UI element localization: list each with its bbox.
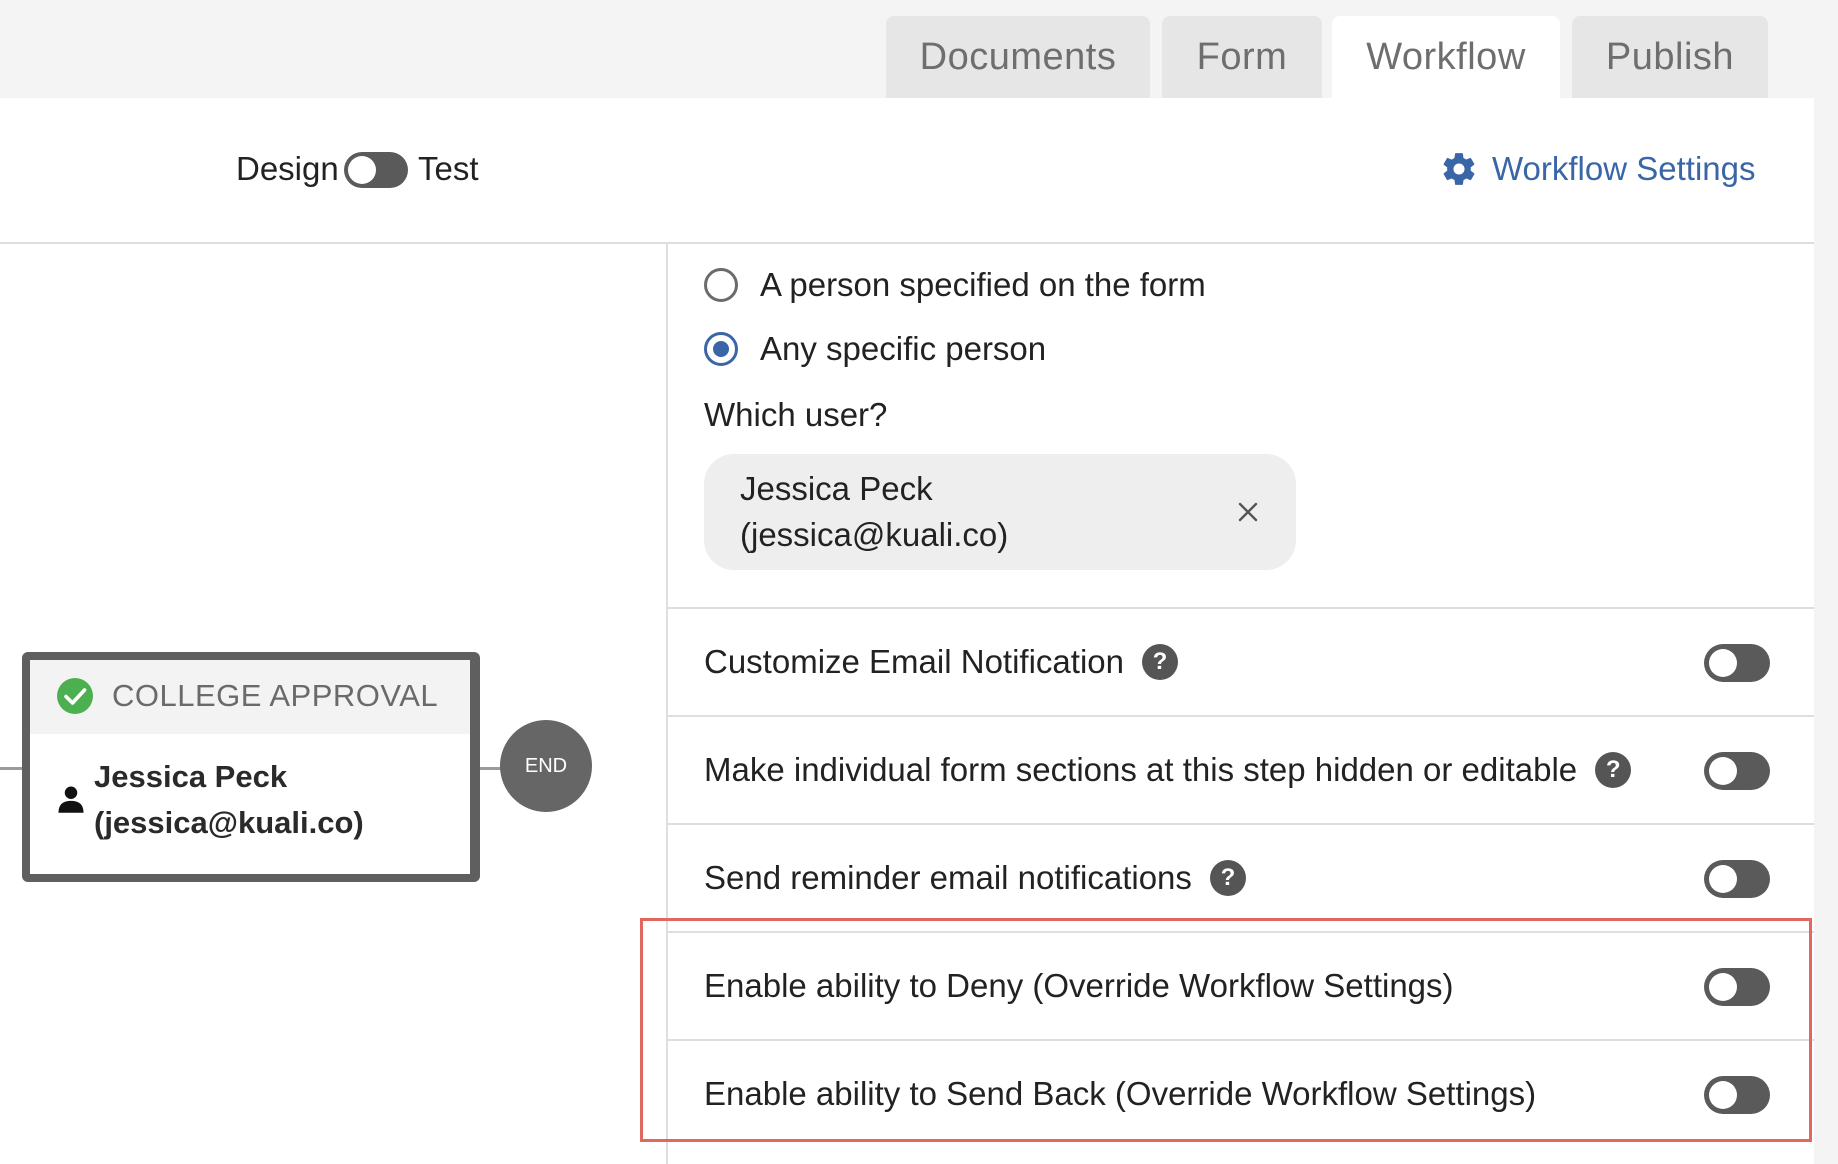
toggle-knob bbox=[348, 156, 376, 184]
tab-form[interactable]: Form bbox=[1162, 16, 1322, 98]
setting-label: Customize Email Notification bbox=[704, 643, 1124, 680]
setting-reminder-emails: Send reminder email notifications ? bbox=[704, 859, 1246, 897]
workflow-step-title: COLLEGE APPROVAL bbox=[112, 678, 439, 713]
tab-publish[interactable]: Publish bbox=[1572, 16, 1768, 98]
design-mode-label: Design bbox=[236, 150, 339, 187]
highlight-annotation-box bbox=[640, 918, 1812, 1142]
radio-person-on-form[interactable] bbox=[704, 268, 738, 302]
connector-line bbox=[0, 767, 24, 770]
radio-any-specific-person-label[interactable]: Any specific person bbox=[760, 330, 1046, 368]
workflow-settings-link[interactable]: Workflow Settings bbox=[1440, 150, 1755, 188]
row-divider bbox=[668, 715, 1814, 717]
radio-person-on-form-label[interactable]: A person specified on the form bbox=[760, 266, 1206, 304]
close-icon[interactable] bbox=[1236, 500, 1260, 524]
setting-customize-email: Customize Email Notification ? bbox=[704, 643, 1178, 681]
row-divider bbox=[668, 823, 1814, 825]
right-gutter bbox=[1814, 0, 1838, 1164]
gear-icon bbox=[1443, 153, 1475, 185]
tab-workflow[interactable]: Workflow bbox=[1332, 16, 1560, 98]
radio-any-specific-person[interactable] bbox=[704, 332, 738, 366]
radio-selected-dot bbox=[713, 341, 729, 357]
which-user-label: Which user? bbox=[704, 396, 888, 433]
test-mode-label: Test bbox=[418, 150, 479, 187]
selected-user-email: (jessica@kuali.co) bbox=[740, 516, 1009, 553]
toggle-form-sections-visibility[interactable] bbox=[1704, 752, 1770, 790]
row-divider bbox=[668, 607, 1814, 609]
selected-user-text: Jessica Peck (jessica@kuali.co) bbox=[740, 466, 1008, 558]
design-test-toggle[interactable] bbox=[344, 152, 408, 188]
setting-form-sections-visibility: Make individual form sections at this st… bbox=[704, 751, 1632, 789]
selected-user-name: Jessica Peck bbox=[740, 470, 933, 507]
tab-documents[interactable]: Documents bbox=[886, 16, 1150, 98]
person-icon bbox=[58, 786, 84, 813]
end-node: END bbox=[500, 720, 592, 812]
help-icon[interactable]: ? bbox=[1209, 860, 1246, 896]
assignee-name: Jessica Peck bbox=[94, 759, 288, 794]
help-icon[interactable]: ? bbox=[1595, 752, 1632, 788]
workflow-step-assignee: Jessica Peck (jessica@kuali.co) bbox=[94, 754, 364, 846]
connector-line bbox=[478, 767, 502, 770]
check-circle-icon bbox=[57, 678, 93, 714]
setting-label: Make individual form sections at this st… bbox=[704, 751, 1578, 788]
toggle-knob bbox=[1709, 757, 1737, 785]
toggle-reminder-emails[interactable] bbox=[1704, 860, 1770, 898]
help-icon[interactable]: ? bbox=[1141, 644, 1178, 680]
workflow-settings-label: Workflow Settings bbox=[1492, 150, 1756, 187]
setting-label: Send reminder email notifications bbox=[704, 859, 1192, 896]
toggle-knob bbox=[1709, 649, 1737, 677]
toggle-knob bbox=[1709, 865, 1737, 893]
assignee-email: (jessica@kuali.co) bbox=[94, 805, 364, 840]
toggle-customize-email[interactable] bbox=[1704, 644, 1770, 682]
